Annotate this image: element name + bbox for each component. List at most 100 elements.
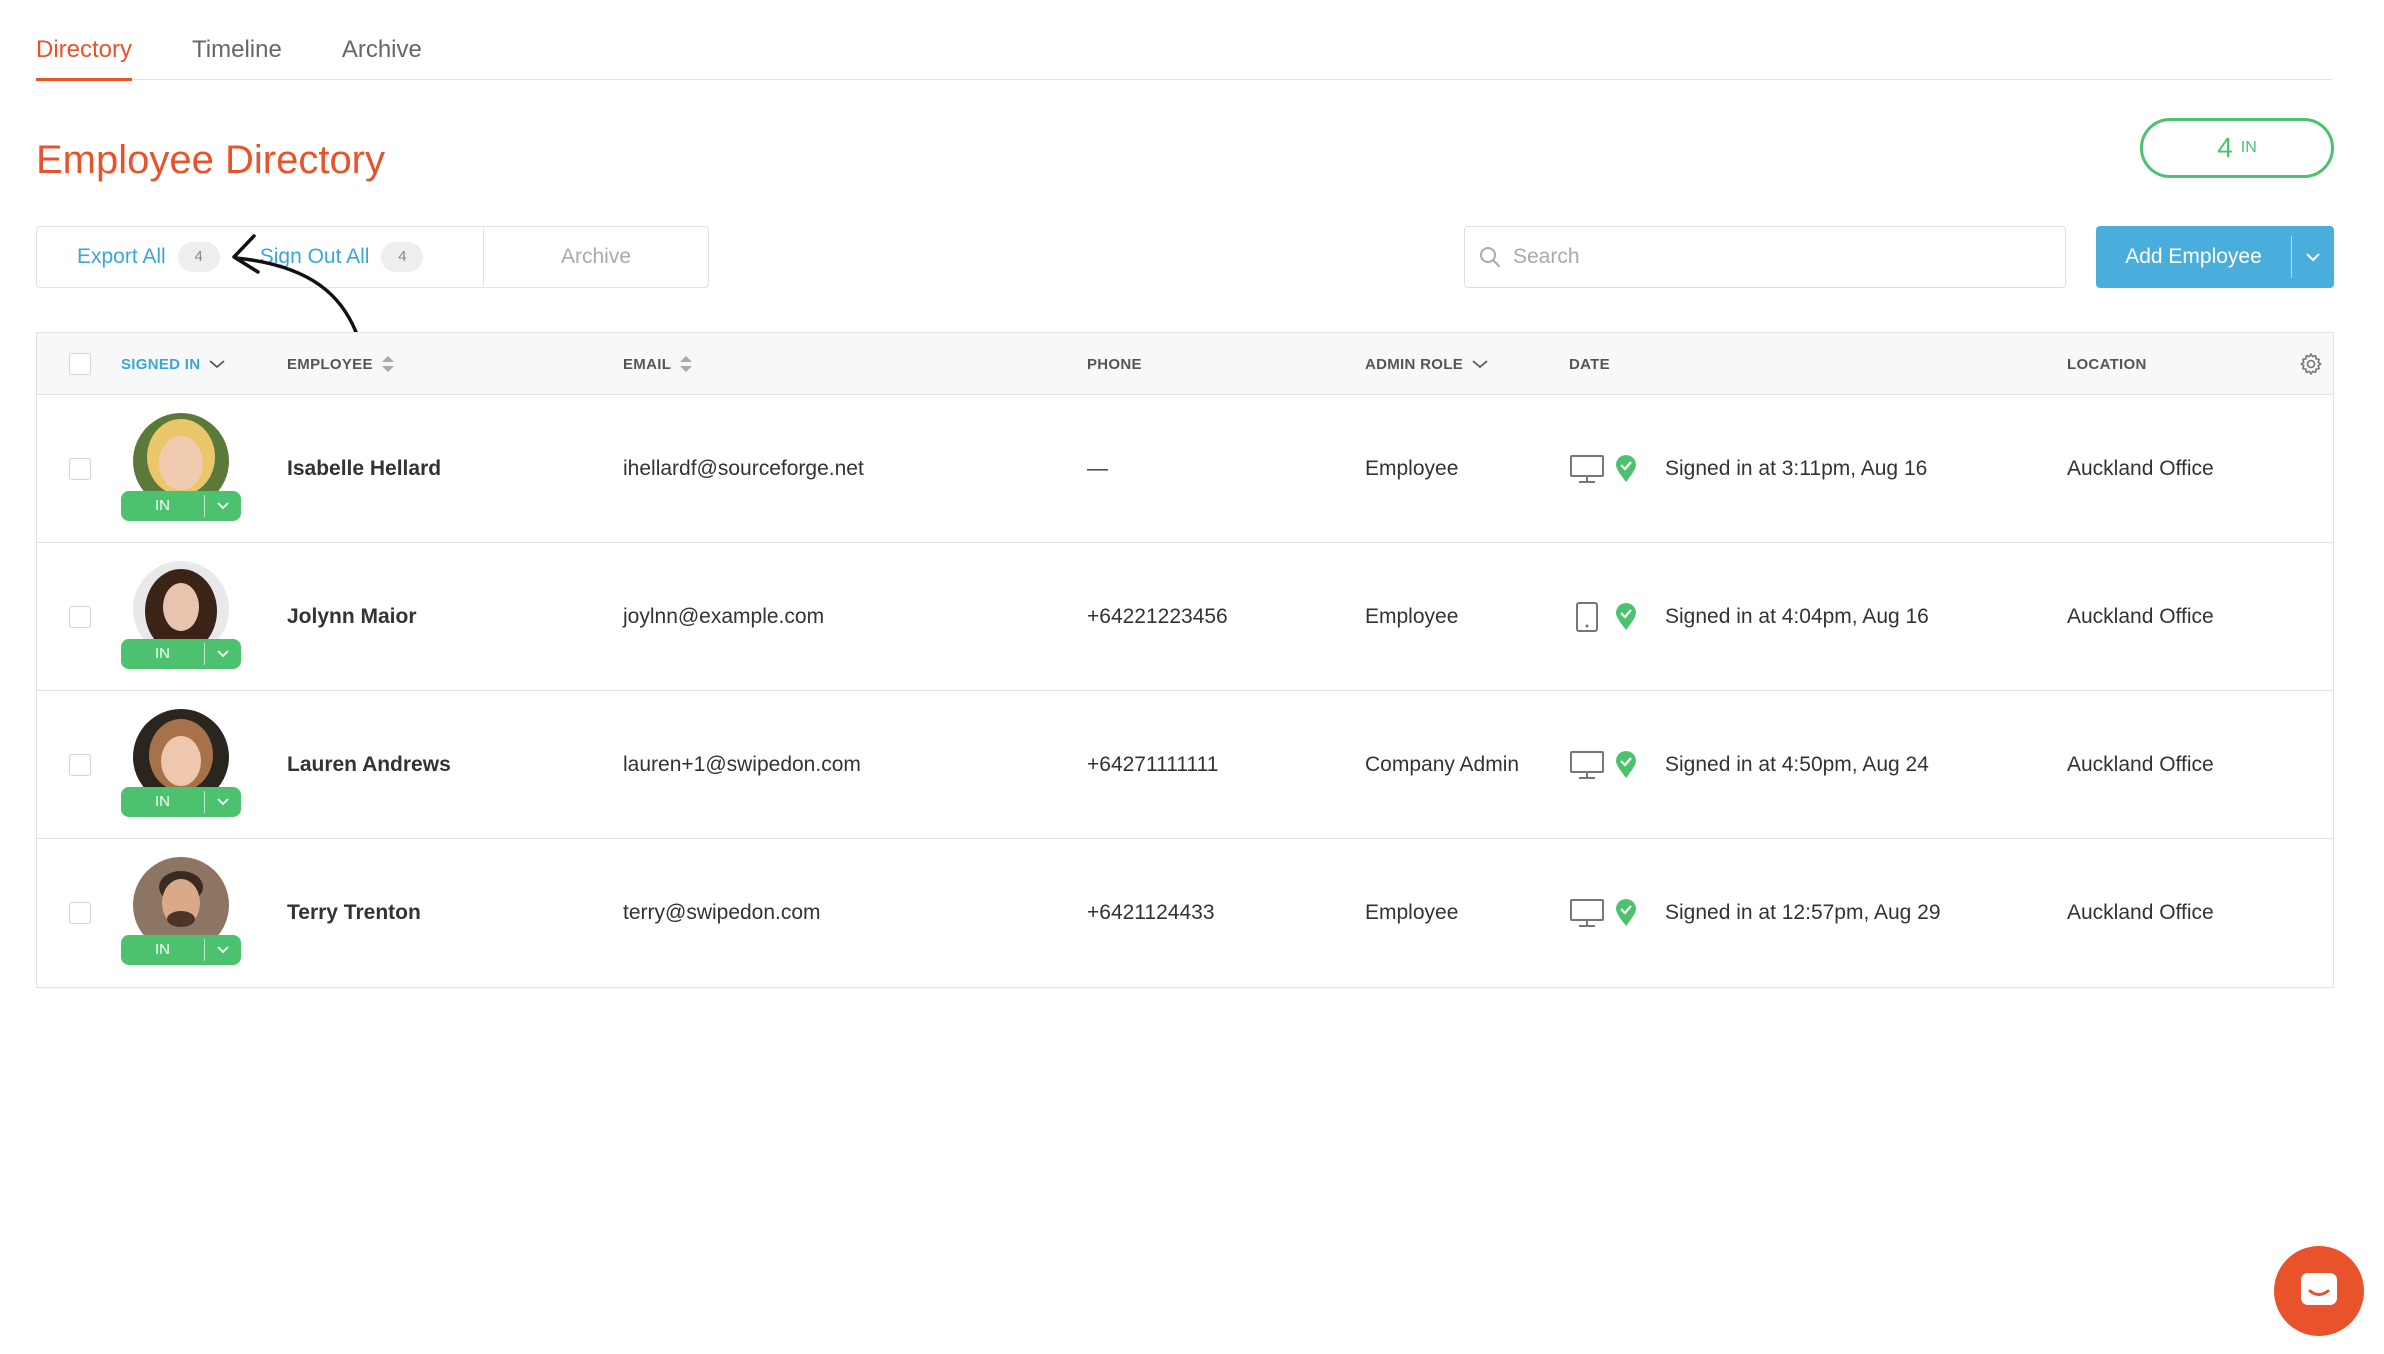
add-employee-button[interactable]: Add Employee [2096,226,2334,288]
signin-date: Signed in at 4:04pm, Aug 16 [1665,605,1929,628]
employee-role: Company Admin [1365,753,1520,776]
employee-table: SIGNED IN EMPLOYEE EMAIL PHONE ADMIN ROL… [36,332,2334,988]
employee-email: ihellardf@sourceforge.net [623,457,864,480]
row-checkbox[interactable] [69,606,91,628]
export-all-button[interactable]: Export All 4 [77,241,220,272]
employee-phone: — [1087,457,1108,480]
column-admin-role-label: ADMIN ROLE [1365,355,1463,373]
desktop-icon [1570,899,1604,927]
annotation-arrow-icon [232,234,358,334]
tab-bar: Directory Timeline Archive [36,0,2332,81]
tab-directory[interactable]: Directory [36,0,133,81]
signin-date: Signed in at 3:11pm, Aug 16 [1665,457,1928,480]
chat-launcher-button[interactable] [2274,1246,2364,1336]
location-check-icon [1616,751,1636,778]
status-label: IN [121,791,205,813]
signed-in-count: 4 [2217,132,2233,163]
signed-in-label: IN [2240,139,2257,156]
column-email-label: EMAIL [623,355,672,373]
chat-icon [2301,1273,2337,1305]
column-signed-in[interactable]: SIGNED IN [121,333,226,395]
chevron-down-icon [217,502,229,510]
table-row[interactable]: IN Lauren Andrews lauren+1@swipedon.com … [37,691,2333,839]
status-toggle[interactable]: IN [121,787,241,817]
gear-icon [2300,353,2322,375]
table-row[interactable]: IN Terry Trenton terry@swipedon.com +642… [37,839,2333,987]
chevron-down-icon [217,946,229,954]
employee-name[interactable]: Terry Trenton [287,839,421,987]
employee-name[interactable]: Jolynn Maior [287,543,417,691]
add-employee-dropdown[interactable] [2292,252,2334,262]
column-date: DATE [1569,333,1610,395]
column-location: LOCATION [2067,333,2147,395]
bulk-actions-group: Export All 4 Sign Out All 4 Archive [36,226,709,288]
column-date-label: DATE [1569,355,1610,373]
employee-email: terry@swipedon.com [623,901,821,924]
add-employee-label: Add Employee [2096,236,2292,278]
employee-phone: +6421124433 [1087,901,1215,924]
table-header: SIGNED IN EMPLOYEE EMAIL PHONE ADMIN ROL… [37,333,2333,395]
employee-avatar: IN [121,709,241,821]
row-checkbox[interactable] [69,754,91,776]
export-all-count: 4 [177,241,220,272]
employee-avatar: IN [121,561,241,673]
employee-role: Employee [1365,605,1459,628]
employee-role: Employee [1365,901,1459,924]
chevron-down-icon [209,360,225,369]
sort-icon [381,356,394,372]
location-check-icon [1616,603,1636,630]
employee-name[interactable]: Lauren Andrews [287,691,451,839]
column-employee-label: EMPLOYEE [287,355,373,373]
column-location-label: LOCATION [2067,355,2147,373]
tablet-icon [1576,602,1598,632]
status-label: IN [121,939,205,961]
employee-avatar: IN [121,857,241,969]
employee-email: lauren+1@swipedon.com [623,753,861,776]
status-label: IN [121,643,205,665]
desktop-icon [1570,751,1604,779]
employee-role: Employee [1365,457,1459,480]
location-check-icon [1616,455,1636,482]
page-title: Employee Directory [36,138,386,182]
row-checkbox[interactable] [69,902,91,924]
sign-out-all-count: 4 [381,241,424,272]
column-email[interactable]: EMAIL [623,333,693,395]
tab-archive[interactable]: Archive [342,0,422,80]
status-toggle[interactable]: IN [121,935,241,965]
row-checkbox[interactable] [69,458,91,480]
desktop-icon [1570,455,1604,483]
employee-phone: +64271111111 [1087,753,1219,776]
employee-location: Auckland Office [2067,605,2214,628]
status-label: IN [121,495,205,517]
sort-icon [680,356,693,372]
location-check-icon [1616,899,1636,926]
search-icon [1480,247,1500,267]
search-box [1464,226,2066,288]
employee-name[interactable]: Isabelle Hellard [287,395,441,543]
select-all-checkbox[interactable] [69,353,91,375]
column-signed-in-label: SIGNED IN [121,355,201,373]
table-row[interactable]: IN Isabelle Hellard ihellardf@sourceforg… [37,395,2333,543]
archive-button[interactable]: Archive [484,227,708,286]
search-input[interactable] [1513,245,2033,269]
signed-in-count-badge[interactable]: 4 IN [2140,118,2334,178]
signin-date: Signed in at 12:57pm, Aug 29 [1665,901,1941,924]
chevron-down-icon [217,798,229,806]
export-all-label: Export All [77,244,166,268]
table-row[interactable]: IN Jolynn Maior joylnn@example.com +6422… [37,543,2333,691]
column-employee[interactable]: EMPLOYEE [287,333,395,395]
employee-email: joylnn@example.com [623,605,825,628]
tab-timeline[interactable]: Timeline [192,0,282,80]
chevron-down-icon [2306,253,2320,262]
employee-location: Auckland Office [2067,457,2214,480]
employee-location: Auckland Office [2067,753,2214,776]
chevron-down-icon [1472,360,1488,369]
table-settings-button[interactable] [2291,333,2323,395]
status-toggle[interactable]: IN [121,639,241,669]
column-phone-label: PHONE [1087,355,1142,373]
employee-phone: +64221223456 [1087,605,1228,628]
column-admin-role[interactable]: ADMIN ROLE [1365,333,1489,395]
signin-date: Signed in at 4:50pm, Aug 24 [1665,753,1929,776]
status-toggle[interactable]: IN [121,491,241,521]
chevron-down-icon [217,650,229,658]
